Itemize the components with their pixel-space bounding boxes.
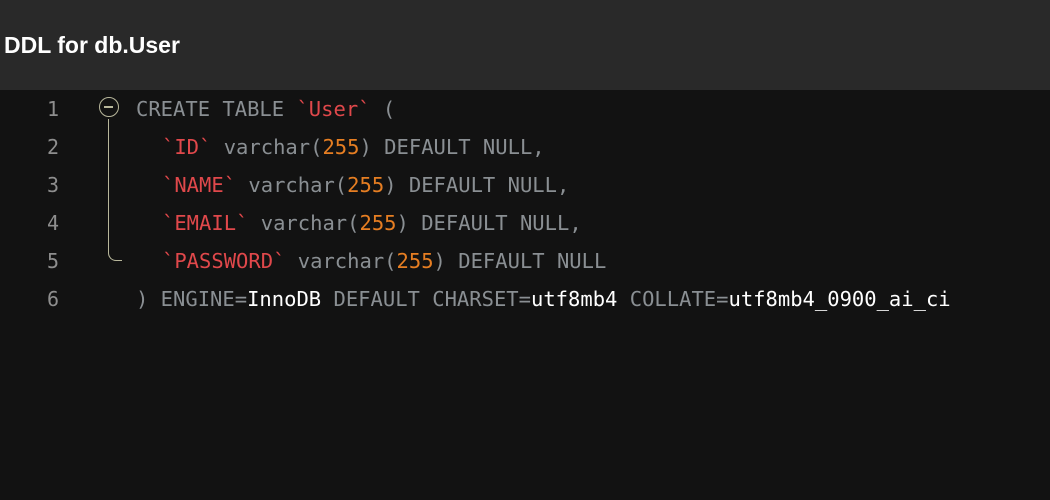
- code-token: 255: [396, 249, 434, 273]
- code-token: DEFAULT CHARSET=: [321, 287, 531, 311]
- code-token: ) ENGINE=: [136, 287, 248, 311]
- code-token: InnoDB: [247, 287, 322, 311]
- code-token: 255: [359, 211, 397, 235]
- code-token: varchar(: [236, 173, 348, 197]
- code-token: `PASSWORD`: [162, 249, 286, 273]
- collapse-minus-icon[interactable]: [99, 97, 119, 117]
- line-number: 5: [46, 249, 59, 273]
- code-token: ) DEFAULT NULL: [433, 249, 607, 273]
- code-token: `EMAIL`: [162, 211, 249, 235]
- code-token: CREATE TABLE: [136, 97, 297, 121]
- fold-guide-line: [108, 119, 122, 261]
- code-token: `NAME`: [162, 173, 237, 197]
- line-number: 2: [46, 135, 59, 159]
- code-text: `PASSWORD` varchar(255) DEFAULT NULL: [162, 242, 606, 280]
- code-text: ) ENGINE=InnoDB DEFAULT CHARSET=utf8mb4 …: [136, 280, 951, 318]
- code-token: (: [370, 97, 396, 121]
- code-line-1: 1 CREATE TABLE `User` (: [0, 90, 1050, 128]
- code-token: ) DEFAULT NULL,: [384, 173, 570, 197]
- code-token: COLLATE=: [617, 287, 729, 311]
- code-text: CREATE TABLE `User` (: [136, 90, 395, 128]
- code-token: ) DEFAULT NULL,: [396, 211, 582, 235]
- line-number: 6: [46, 287, 59, 311]
- dialog-header: DDL for db.User: [0, 0, 1050, 90]
- code-text: `NAME` varchar(255) DEFAULT NULL,: [162, 166, 569, 204]
- line-number: 3: [46, 173, 59, 197]
- code-token: utf8mb4_0900_ai_ci: [728, 287, 951, 311]
- code-token: ) DEFAULT NULL,: [359, 135, 545, 159]
- line-number: 4: [46, 211, 59, 235]
- dialog-title: DDL for db.User: [4, 32, 180, 58]
- code-text: `EMAIL` varchar(255) DEFAULT NULL,: [162, 204, 582, 242]
- code-token: varchar(: [211, 135, 323, 159]
- code-line-2: 2 `ID` varchar(255) DEFAULT NULL,: [0, 128, 1050, 166]
- code-line-6: 6 ) ENGINE=InnoDB DEFAULT CHARSET=utf8mb…: [0, 280, 1050, 318]
- code-line-5: 5 `PASSWORD` varchar(255) DEFAULT NULL: [0, 242, 1050, 280]
- code-text: `ID` varchar(255) DEFAULT NULL,: [162, 128, 545, 166]
- code-token: `User`: [296, 97, 371, 121]
- line-number: 1: [46, 97, 59, 121]
- code-line-3: 3 `NAME` varchar(255) DEFAULT NULL,: [0, 166, 1050, 204]
- code-token: 255: [347, 173, 385, 197]
- code-editor[interactable]: 1 CREATE TABLE `User` ( 2 `ID` varchar(2…: [0, 90, 1050, 500]
- code-token: 255: [322, 135, 360, 159]
- code-token: `ID`: [162, 135, 212, 159]
- code-token: utf8mb4: [530, 287, 618, 311]
- code-token: varchar(: [248, 211, 360, 235]
- code-token: varchar(: [285, 249, 397, 273]
- code-line-4: 4 `EMAIL` varchar(255) DEFAULT NULL,: [0, 204, 1050, 242]
